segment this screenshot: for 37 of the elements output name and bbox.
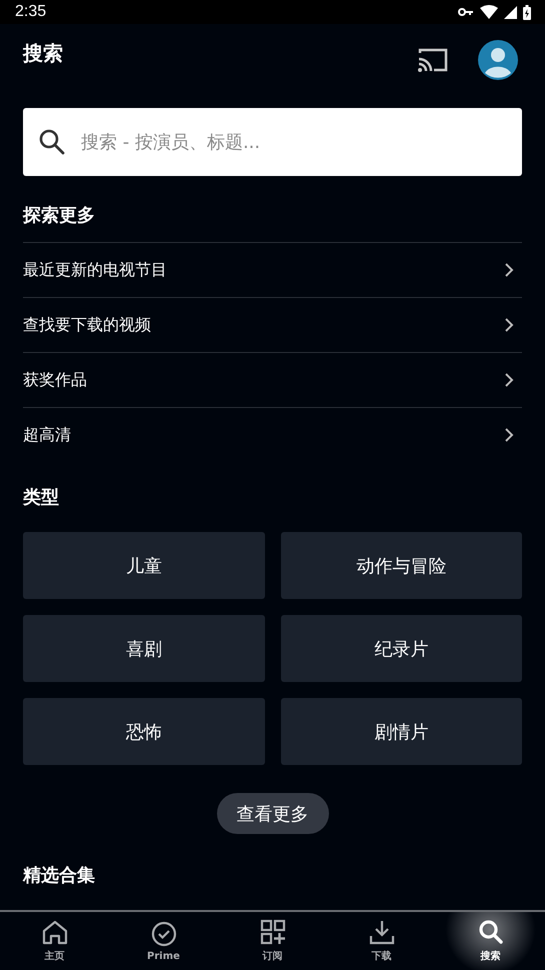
signal-icon — [504, 6, 517, 18]
vpn-key-icon — [458, 7, 474, 17]
battery-icon — [523, 4, 531, 20]
section-heading: 类型 — [23, 486, 60, 510]
nav-tab[interactable]: 下载 — [327, 912, 436, 970]
check-circle-icon — [150, 920, 176, 946]
search-field[interactable]: 搜索 - 按演员、标题... — [23, 108, 522, 176]
explore-item[interactable]: 最近更新的电视节目 — [23, 242, 522, 297]
explore-item[interactable]: 超高清 — [23, 407, 522, 462]
genre-tile[interactable]: 动作与冒险 — [280, 532, 522, 599]
search-icon — [39, 129, 65, 155]
cast-icon[interactable] — [417, 47, 449, 73]
avatar-icon[interactable] — [478, 40, 518, 80]
search-icon — [478, 919, 504, 945]
see-more-button[interactable]: 查看更多 — [216, 793, 328, 834]
download-icon — [368, 919, 394, 945]
status-time: 2:35 — [15, 3, 46, 21]
genre-tile[interactable]: 剧情片 — [280, 698, 522, 765]
nav-tab[interactable]: Prime — [109, 912, 218, 970]
explore-item[interactable]: 获奖作品 — [23, 352, 522, 407]
genre-tile[interactable]: 儿童 — [23, 532, 264, 599]
grid-plus-icon — [260, 919, 286, 945]
genre-tile[interactable]: 恐怖 — [23, 698, 264, 765]
genre-tile[interactable]: 喜剧 — [23, 615, 264, 682]
nav-tab[interactable]: 订阅 — [218, 912, 327, 970]
section-heading: 精选合集 — [23, 864, 96, 888]
explore-item[interactable]: 查找要下载的视频 — [23, 297, 522, 352]
wifi-icon — [480, 5, 498, 19]
section-heading: 探索更多 — [23, 204, 96, 228]
chevron-icon — [504, 427, 514, 443]
genre-tile[interactable]: 纪录片 — [280, 615, 522, 682]
chevron-icon — [504, 262, 514, 278]
chevron-icon — [504, 372, 514, 388]
chevron-icon — [504, 317, 514, 333]
home-icon — [42, 919, 68, 945]
page-title: 搜索 — [23, 40, 63, 66]
nav-tab[interactable]: 主页 — [0, 912, 109, 970]
